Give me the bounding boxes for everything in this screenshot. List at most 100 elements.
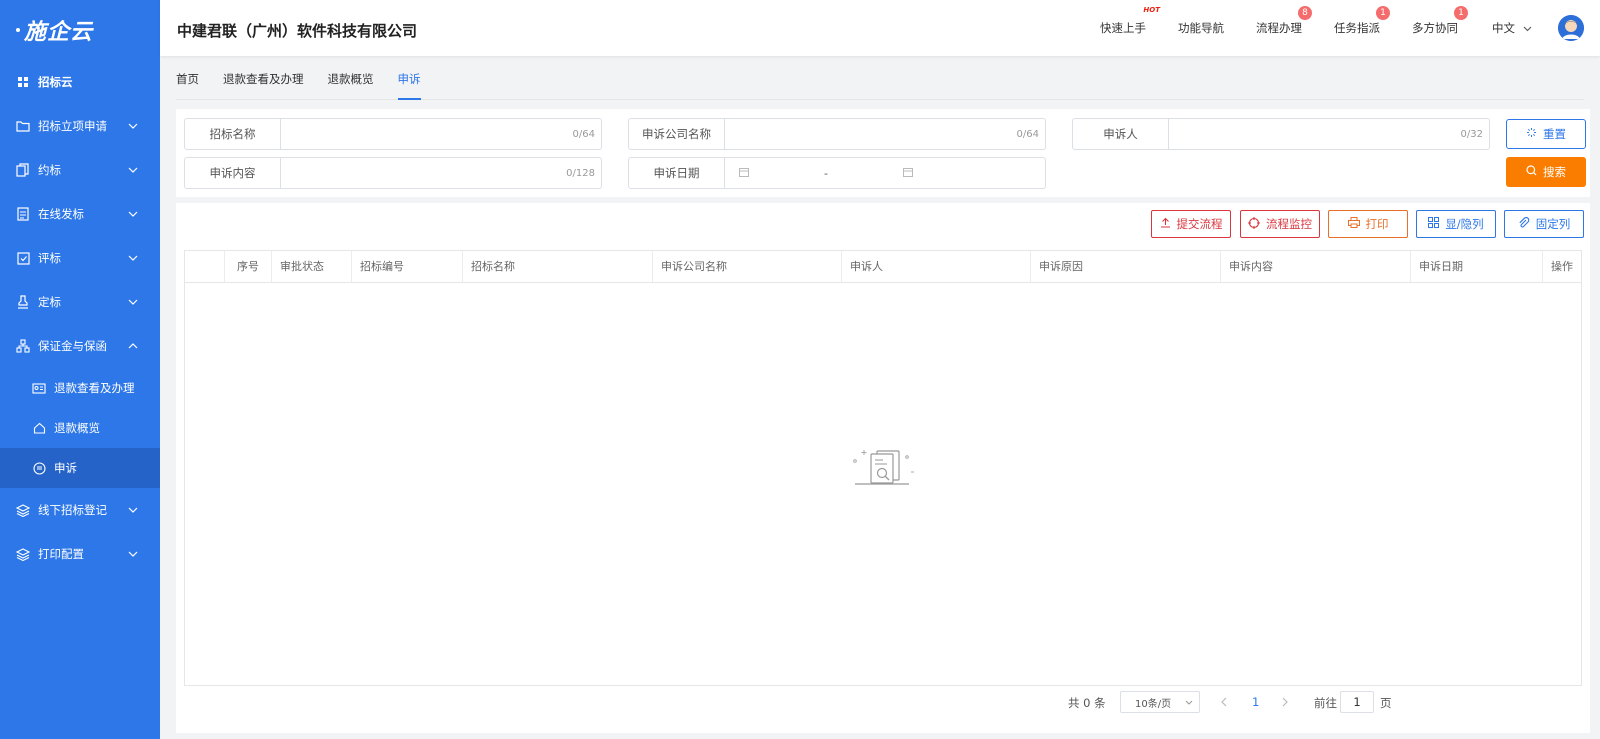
company-input[interactable]: 0/64 (725, 119, 1045, 149)
date-range-input[interactable]: - (725, 158, 1045, 188)
content-field[interactable]: 申诉内容 0/128 (184, 157, 602, 189)
column-header-reason[interactable]: 申诉原因 (1031, 251, 1221, 282)
sidebar-item-label: 招标立项申请 (38, 119, 107, 133)
tab-appeal[interactable]: 申诉 (397, 71, 421, 100)
process-link[interactable]: 流程办理 8 (1256, 6, 1312, 36)
sidebar-item-offline-register[interactable]: 线下招标登记 (0, 488, 160, 532)
submit-process-button[interactable]: 提交流程 (1151, 210, 1231, 238)
sidebar-item-refund-view[interactable]: 退款查看及办理 (0, 368, 160, 408)
stamp-icon (16, 295, 30, 309)
collab-link[interactable]: 多方协同 1 (1412, 6, 1468, 36)
sidebar-item-label: 线下招标登记 (38, 503, 107, 517)
next-page-icon[interactable] (1282, 696, 1289, 710)
date-label: 申诉日期 (629, 158, 725, 188)
chevron-down-icon (128, 165, 138, 175)
column-header-bid-name[interactable]: 招标名称 (463, 251, 653, 282)
avatar[interactable] (1558, 15, 1584, 41)
sidebar-item-label: 评标 (38, 251, 61, 265)
chevron-down-icon (128, 297, 138, 307)
column-header-appellant[interactable]: 申诉人 (842, 251, 1031, 282)
process-monitor-label: 流程监控 (1266, 217, 1312, 231)
table-header: 序号 审批状态 招标编号 招标名称 申诉公司名称 申诉人 申诉原因 申诉内容 申… (185, 251, 1581, 283)
page-tabs: 首页 退款查看及办理 退款概览 申诉 (176, 60, 1584, 100)
column-header-index[interactable]: 序号 (225, 251, 272, 282)
date-separator: - (824, 166, 828, 180)
chevron-down-icon (128, 549, 138, 559)
page-size-select[interactable]: 10条/页 (1120, 691, 1200, 713)
function-nav-link[interactable]: 功能导航 (1178, 20, 1224, 36)
column-header-date[interactable]: 申诉日期 (1411, 251, 1543, 282)
content-count: 0/128 (566, 167, 595, 179)
page-number-current[interactable]: 1 (1252, 695, 1259, 709)
language-select[interactable]: 中文 (1492, 20, 1532, 36)
column-header-actions[interactable]: 操作 (1543, 251, 1583, 282)
search-label: 搜索 (1543, 165, 1566, 179)
toggle-columns-button[interactable]: 显/隐列 (1416, 210, 1496, 238)
goto-suffix: 页 (1380, 696, 1392, 710)
select-column-header[interactable] (185, 251, 225, 282)
fix-columns-button[interactable]: 固定列 (1504, 210, 1584, 238)
chevron-down-icon (1185, 697, 1193, 708)
tab-home[interactable]: 首页 (176, 71, 199, 99)
content-label: 申诉内容 (185, 158, 281, 188)
column-header-company[interactable]: 申诉公司名称 (653, 251, 842, 282)
top-links: 快速上手 HOT 功能导航 流程办理 8 任务指派 1 多方协同 1 中文 (1068, 0, 1600, 56)
layers-icon (16, 503, 30, 517)
tab-refund-view[interactable]: 退款查看及办理 (223, 71, 304, 99)
reset-button[interactable]: 重置 (1506, 119, 1586, 149)
upload-icon (1160, 217, 1171, 231)
task-link[interactable]: 任务指派 1 (1334, 6, 1390, 36)
collab-badge: 1 (1454, 6, 1468, 20)
grid-icon (1428, 217, 1440, 231)
filter-panel: 招标名称 0/64 申诉公司名称 0/64 申诉人 0/32 申诉内容 0/12… (176, 109, 1590, 197)
appellant-count: 0/32 (1460, 128, 1483, 140)
column-header-bid-no[interactable]: 招标编号 (352, 251, 463, 282)
print-button[interactable]: 打印 (1328, 210, 1408, 238)
column-header-content[interactable]: 申诉内容 (1221, 251, 1411, 282)
company-field[interactable]: 申诉公司名称 0/64 (628, 118, 1046, 150)
paperclip-icon (1518, 216, 1530, 232)
sidebar-item-print-config[interactable]: 打印配置 (0, 532, 160, 576)
sidebar-item-appeal[interactable]: 申诉 (0, 448, 160, 488)
appeal-icon (32, 461, 46, 475)
prev-page-icon[interactable] (1220, 696, 1227, 710)
appellant-field[interactable]: 申诉人 0/32 (1072, 118, 1490, 150)
process-monitor-button[interactable]: 流程监控 (1240, 210, 1320, 238)
quickstart-link[interactable]: 快速上手 HOT (1100, 6, 1160, 36)
id-card-icon (32, 381, 46, 395)
sidebar-item-evaluation[interactable]: 评标 (0, 236, 160, 280)
sidebar-item-zhaobiaoyun[interactable]: 招标云 (0, 60, 160, 104)
column-header-status[interactable]: 审批状态 (272, 251, 352, 282)
sidebar-item-label: 定标 (38, 295, 61, 309)
sidebar-item-label: 打印配置 (38, 547, 84, 561)
date-range-field[interactable]: 申诉日期 - (628, 157, 1046, 189)
hot-badge: HOT (1143, 6, 1160, 14)
total-count: 共 0 条 (1068, 696, 1106, 710)
logo-text: 施企云 (24, 20, 94, 45)
sidebar-item-refund-overview[interactable]: 退款概览 (0, 408, 160, 448)
check-clipboard-icon (16, 251, 30, 265)
company-label: 申诉公司名称 (629, 119, 725, 149)
tab-refund-overview[interactable]: 退款概览 (328, 71, 374, 99)
sidebar-item-label: 申诉 (54, 461, 77, 475)
search-button[interactable]: 搜索 (1506, 157, 1586, 187)
chevron-down-icon (128, 121, 138, 131)
sidebar-item-award[interactable]: 定标 (0, 280, 160, 324)
logo[interactable]: 施企云 (0, 0, 160, 60)
goto-page-input[interactable]: 1 (1340, 691, 1374, 713)
appellant-input[interactable]: 0/32 (1169, 119, 1489, 149)
bid-name-input[interactable]: 0/64 (281, 119, 601, 149)
bid-name-field[interactable]: 招标名称 0/64 (184, 118, 602, 150)
printer-icon (1347, 217, 1360, 231)
logo-dot-icon (16, 28, 20, 32)
document-icon (16, 207, 30, 221)
calendar-icon (739, 167, 749, 180)
sidebar-item-online-bidding[interactable]: 在线发标 (0, 192, 160, 236)
sidebar-item-deposit[interactable]: 保证金与保函 (0, 324, 160, 368)
chevron-up-icon (128, 341, 138, 351)
appellant-label: 申诉人 (1073, 119, 1169, 149)
collab-label: 多方协同 (1412, 21, 1458, 35)
sidebar-item-yuebiao[interactable]: 约标 (0, 148, 160, 192)
content-input[interactable]: 0/128 (281, 158, 601, 188)
sidebar-item-project-application[interactable]: 招标立项申请 (0, 104, 160, 148)
